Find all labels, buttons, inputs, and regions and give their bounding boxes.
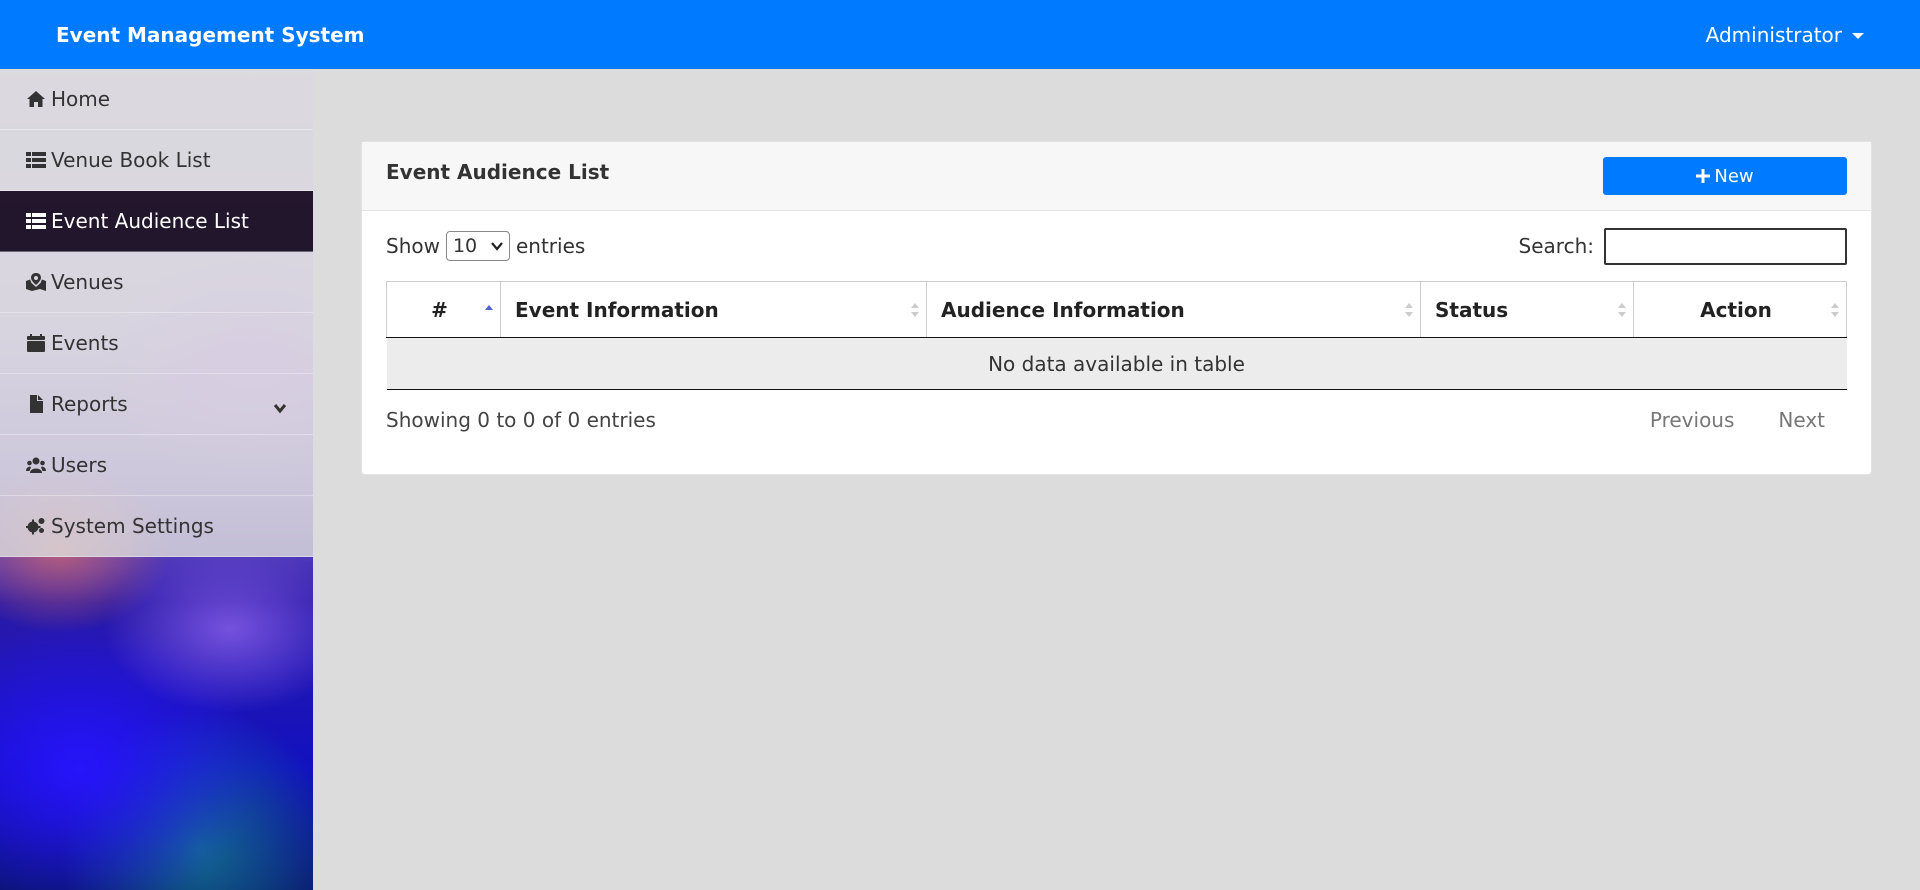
new-button-label: New bbox=[1714, 165, 1754, 187]
pagination: Previous Next bbox=[1628, 400, 1847, 440]
sidebar-item-system-settings[interactable]: System Settings bbox=[0, 496, 313, 557]
column-header-number[interactable]: # bbox=[386, 281, 501, 338]
caret-down-icon bbox=[1852, 32, 1864, 39]
users-icon bbox=[25, 455, 47, 475]
sort-icon bbox=[1830, 301, 1840, 319]
column-header-audience-information[interactable]: Audience Information bbox=[926, 281, 1421, 338]
user-menu-dropdown[interactable]: Administrator bbox=[1706, 23, 1864, 47]
card-title: Event Audience List bbox=[386, 160, 610, 184]
calendar-icon bbox=[25, 333, 47, 353]
entries-label: entries bbox=[515, 234, 586, 258]
sidebar-item-events[interactable]: Events bbox=[0, 313, 313, 374]
home-icon bbox=[25, 89, 47, 109]
next-page-button[interactable]: Next bbox=[1756, 400, 1847, 440]
audience-table: # Event Information Audience Information bbox=[386, 281, 1847, 390]
table-info: Showing 0 to 0 of 0 entries bbox=[386, 408, 656, 432]
table-footer: Showing 0 to 0 of 0 entries Previous Nex… bbox=[386, 390, 1847, 450]
entries-select[interactable]: 10 bbox=[445, 231, 510, 261]
table-row-empty: No data available in table bbox=[386, 337, 1847, 390]
file-icon bbox=[25, 394, 47, 414]
sidebar: Home Venue Book List Event Audience List… bbox=[0, 69, 313, 890]
show-entries: Show 10 entries bbox=[386, 231, 585, 261]
event-audience-card: Event Audience List New Show 10 entries … bbox=[361, 141, 1872, 475]
plus-icon bbox=[1696, 169, 1711, 183]
sidebar-item-label: Reports bbox=[51, 392, 128, 416]
previous-page-button[interactable]: Previous bbox=[1628, 400, 1757, 440]
sort-icon bbox=[1617, 301, 1627, 319]
sort-icon bbox=[1404, 301, 1414, 319]
sort-asc-icon bbox=[484, 301, 494, 319]
sidebar-item-users[interactable]: Users bbox=[0, 435, 313, 496]
search-input[interactable] bbox=[1604, 227, 1847, 265]
list-icon bbox=[25, 211, 47, 231]
top-navbar: Event Management System Administrator bbox=[0, 0, 1920, 69]
sidebar-item-venues[interactable]: Venues bbox=[0, 252, 313, 313]
map-marked-icon bbox=[25, 272, 47, 292]
sidebar-item-label: Events bbox=[51, 331, 119, 355]
column-header-status[interactable]: Status bbox=[1420, 281, 1634, 338]
new-button[interactable]: New bbox=[1603, 157, 1847, 195]
sidebar-item-label: Event Audience List bbox=[51, 209, 249, 233]
table-header-row: # Event Information Audience Information bbox=[386, 281, 1847, 338]
user-menu-label: Administrator bbox=[1705, 22, 1842, 47]
column-header-event-information[interactable]: Event Information bbox=[500, 281, 927, 338]
sidebar-item-label: Users bbox=[51, 453, 108, 477]
chevron-down-icon bbox=[273, 396, 287, 414]
sidebar-item-venue-book-list[interactable]: Venue Book List bbox=[0, 130, 313, 191]
cogs-icon bbox=[25, 516, 47, 536]
card-body: Show 10 entries Search: # Event Informat… bbox=[362, 211, 1871, 450]
list-icon bbox=[25, 150, 47, 170]
brand-title[interactable]: Event Management System bbox=[56, 23, 365, 47]
sidebar-item-reports[interactable]: Reports bbox=[0, 374, 313, 435]
card-header: Event Audience List New bbox=[362, 142, 1871, 211]
search-label: Search: bbox=[1518, 234, 1594, 258]
sidebar-item-label: Venue Book List bbox=[51, 148, 211, 172]
empty-table-message: No data available in table bbox=[386, 337, 1847, 390]
sidebar-item-label: System Settings bbox=[51, 514, 214, 538]
column-header-action[interactable]: Action bbox=[1633, 281, 1847, 338]
sidebar-item-label: Home bbox=[51, 87, 111, 111]
table-controls: Show 10 entries Search: bbox=[386, 211, 1847, 281]
show-label: Show bbox=[386, 234, 440, 258]
sort-icon bbox=[910, 301, 920, 319]
entries-select-value: 10 bbox=[452, 235, 478, 257]
search-area: Search: bbox=[1518, 227, 1847, 265]
sidebar-item-home[interactable]: Home bbox=[0, 69, 313, 130]
sidebar-item-label: Venues bbox=[51, 270, 124, 294]
chevron-down-icon bbox=[491, 242, 503, 251]
sidebar-item-event-audience-list[interactable]: Event Audience List bbox=[0, 191, 313, 252]
